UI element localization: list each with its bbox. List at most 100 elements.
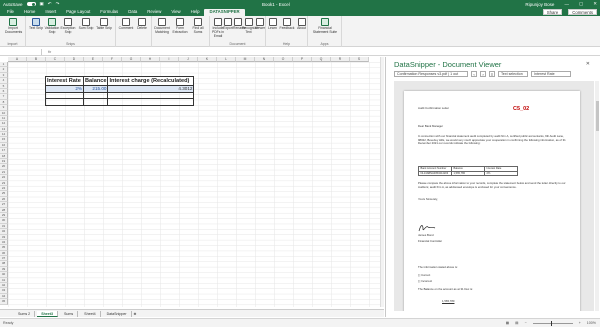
signer-name: James Bond bbox=[418, 233, 434, 237]
export-button[interactable]: Export bbox=[223, 18, 233, 31]
ribbon-group-document: Include PDFs in Email Export Rename Reco… bbox=[210, 16, 266, 47]
cell-empty[interactable] bbox=[107, 98, 195, 106]
header-balance[interactable]: Balance bbox=[82, 76, 109, 86]
import-icon bbox=[9, 18, 17, 26]
tab-formulas[interactable]: Formulas bbox=[95, 9, 123, 16]
body-paragraph-2: Please compare the above information to … bbox=[418, 181, 566, 189]
balance-value[interactable]: 1,565,780 bbox=[451, 170, 485, 177]
sheet-tabs: Sums 2 Sheet3 Sums Sheet4 DataSnipper ⊕ bbox=[0, 309, 384, 317]
document-area[interactable]: Audit Confirmation Letter C5_02 Dear Ban… bbox=[394, 81, 594, 311]
header-interest-charge[interactable]: Interest charge (Recalculated) bbox=[107, 76, 195, 86]
text-snip-button[interactable]: Text Snip bbox=[28, 18, 44, 31]
delete-button[interactable]: Delete bbox=[134, 18, 150, 31]
viewer-scrollbar[interactable] bbox=[595, 81, 599, 311]
cell-empty[interactable] bbox=[45, 98, 84, 106]
tab-file[interactable]: File bbox=[2, 9, 19, 16]
form-extraction-button[interactable]: Form Extraction bbox=[172, 18, 188, 35]
tab-page-layout[interactable]: Page Layout bbox=[61, 9, 95, 16]
sheet-tab-sums[interactable]: Sums bbox=[60, 310, 79, 317]
tab-help[interactable]: Help bbox=[186, 9, 205, 16]
interest-table: Interest Rate Balance Interest charge (R… bbox=[45, 76, 195, 106]
learn-button[interactable]: Learn bbox=[266, 18, 279, 31]
title-bar: AutoSave ▣ ↶ ↷ Book1 - Excel Ripunjoy Bo… bbox=[0, 0, 600, 8]
delete-icon bbox=[138, 18, 146, 26]
normal-view-icon[interactable]: ▦ bbox=[506, 321, 509, 325]
account-value[interactable]: NL13ABNA0053414203 bbox=[418, 170, 452, 177]
ocr-icon bbox=[244, 18, 253, 26]
import-documents-button[interactable]: Import Documents bbox=[5, 18, 22, 35]
redo-icon[interactable]: ↷ bbox=[56, 1, 60, 7]
document-select[interactable]: Confirmation Responses v3.pdf | 1 out bbox=[394, 71, 468, 77]
document-matching-button[interactable]: Document Matching bbox=[154, 18, 170, 35]
add-sheet-icon[interactable]: ⊕ bbox=[134, 312, 137, 316]
find-all-sums-button[interactable]: Find all Sums bbox=[190, 18, 206, 35]
status-bar: Ready ▦ ▤ − + 100% bbox=[0, 318, 600, 327]
prev-doc-icon[interactable]: ‹ bbox=[471, 71, 477, 77]
table-snip-button[interactable]: Table Snip bbox=[96, 18, 112, 31]
autosave-toggle[interactable] bbox=[26, 2, 36, 6]
share-button[interactable]: Share bbox=[542, 9, 563, 15]
zoom-out-icon[interactable]: − bbox=[525, 321, 527, 325]
tab-review[interactable]: Review bbox=[142, 9, 166, 16]
learn-icon bbox=[268, 18, 277, 26]
document-page: Audit Confirmation Letter C5_02 Dear Ban… bbox=[404, 91, 580, 311]
next-doc-icon[interactable]: › bbox=[480, 71, 486, 77]
financial-statement-suite-button[interactable]: Financial Statement Suite bbox=[312, 18, 338, 35]
search-field[interactable]: Interest Rate bbox=[531, 71, 571, 77]
signature-image bbox=[418, 225, 436, 232]
sum-snip-button[interactable]: Sum Snip bbox=[78, 18, 94, 31]
zoom-level[interactable]: 100% bbox=[587, 321, 596, 325]
tab-view[interactable]: View bbox=[166, 9, 185, 16]
menu-icon[interactable]: ≡ bbox=[489, 71, 495, 77]
ribbon: Import Documents Import Text Snip Valida… bbox=[0, 16, 600, 47]
table-icon bbox=[100, 18, 108, 26]
row-header[interactable]: 45 bbox=[0, 299, 8, 305]
page-layout-icon[interactable]: ▤ bbox=[515, 321, 518, 325]
rename-icon bbox=[234, 18, 242, 26]
viewer-button[interactable]: Viewer bbox=[254, 18, 266, 31]
sheet-tab-sums-2[interactable]: Sums 2 bbox=[14, 310, 36, 317]
tab-datasnipper[interactable]: DATASNIPPER bbox=[204, 9, 245, 16]
maximize-icon[interactable]: ▢ bbox=[579, 1, 583, 7]
ribbon-group-comment: Comment Delete bbox=[116, 16, 152, 47]
tab-data[interactable]: Data bbox=[123, 9, 142, 16]
comment-button[interactable]: Comment bbox=[118, 18, 134, 31]
close-icon[interactable]: ✕ bbox=[593, 1, 597, 7]
tab-insert[interactable]: Insert bbox=[40, 9, 61, 16]
fx-icon[interactable]: fx bbox=[48, 49, 51, 54]
validation-snip-button[interactable]: Validation Snip bbox=[44, 18, 60, 35]
cell-empty[interactable] bbox=[82, 98, 109, 106]
sheet-tab-sheet4[interactable]: Sheet4 bbox=[80, 310, 101, 317]
comments-button[interactable]: Comments bbox=[568, 9, 597, 15]
signer-title: Financial Controller bbox=[418, 239, 443, 243]
about-button[interactable]: About bbox=[295, 18, 308, 31]
body-paragraph-1: In connection with our financial stateme… bbox=[418, 134, 566, 146]
text-snip-icon bbox=[32, 18, 40, 26]
panel-close-icon[interactable]: ✕ bbox=[586, 61, 590, 67]
undo-icon[interactable]: ↶ bbox=[48, 1, 52, 7]
ribbon-group-apps: Financial Statement Suite Apps bbox=[308, 16, 342, 47]
minimize-icon[interactable]: — bbox=[564, 2, 569, 7]
feedback-button[interactable]: Feedback bbox=[279, 18, 295, 31]
form-icon bbox=[176, 18, 184, 26]
rate-value[interactable]: 2% bbox=[484, 170, 518, 177]
about-icon bbox=[297, 18, 306, 26]
sheet-tab-sheet3[interactable]: Sheet3 bbox=[37, 310, 58, 317]
sheet-tab-datasnipper[interactable]: DataSnipper bbox=[103, 310, 132, 317]
autosave-label: AutoSave bbox=[3, 1, 23, 7]
zoom-slider[interactable] bbox=[532, 320, 573, 326]
header-interest-rate[interactable]: Interest Rate bbox=[45, 76, 84, 86]
tab-home[interactable]: Home bbox=[19, 9, 40, 16]
zoom-in-icon[interactable]: + bbox=[579, 321, 581, 325]
viewer-icon bbox=[256, 18, 264, 26]
window-title: Book1 - Excel bbox=[262, 1, 290, 7]
user-name[interactable]: Ripunjoy Bose bbox=[525, 2, 554, 7]
status-ready: Ready bbox=[3, 321, 14, 325]
ribbon-tabs: File Home Insert Page Layout Formulas Da… bbox=[0, 8, 600, 16]
sheet-scrollbar[interactable] bbox=[380, 57, 384, 307]
save-icon[interactable]: ▣ bbox=[40, 1, 44, 7]
search-mode-select[interactable]: Text selection bbox=[498, 71, 528, 77]
row-headers: 1 2 3 4 5 6 7 8 9 10 11 12 13 14 15 16 17 18 19 20 21 22 23 24 2… bbox=[0, 62, 8, 305]
exception-snip-button[interactable]: Exception Snip bbox=[60, 18, 76, 35]
name-box[interactable] bbox=[2, 48, 42, 55]
